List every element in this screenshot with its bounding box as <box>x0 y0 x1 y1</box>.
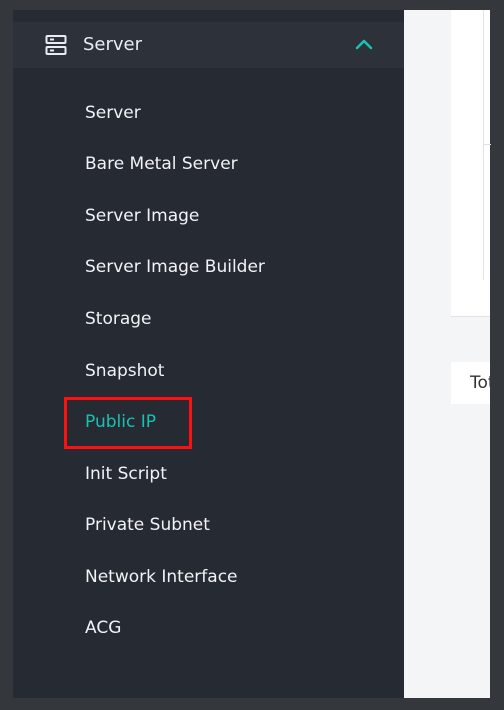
chevron-up-icon[interactable] <box>354 35 374 55</box>
sidebar-item-acg[interactable]: ACG <box>85 615 121 641</box>
card-divider <box>483 10 484 280</box>
card-row-divider <box>484 144 491 145</box>
sidebar-section-label: Server <box>83 34 143 55</box>
highlight-box <box>64 397 192 449</box>
sidebar-item-server-image[interactable]: Server Image <box>85 203 199 229</box>
sidebar-item-private-subnet[interactable]: Private Subnet <box>85 512 210 538</box>
sidebar-item-storage[interactable]: Storage <box>85 306 152 332</box>
sidebar-item-network-interface[interactable]: Network Interface <box>85 564 238 590</box>
sidebar-item-server[interactable]: Server <box>85 100 141 126</box>
total-count-box: Total <box>451 362 490 404</box>
content-card <box>451 10 491 317</box>
sidebar-item-bare-metal-server[interactable]: Bare Metal Server <box>85 151 238 177</box>
sidebar: Server Server Bare Metal Server Server I… <box>13 10 404 698</box>
server-icon <box>45 35 67 55</box>
sidebar-item-server-image-builder[interactable]: Server Image Builder <box>85 254 265 280</box>
total-count-label: Total <box>470 373 490 393</box>
sidebar-section-server[interactable]: Server <box>13 22 404 68</box>
sidebar-item-init-script[interactable]: Init Script <box>85 461 167 487</box>
main-content: Total <box>404 10 491 698</box>
sidebar-item-snapshot[interactable]: Snapshot <box>85 358 164 384</box>
